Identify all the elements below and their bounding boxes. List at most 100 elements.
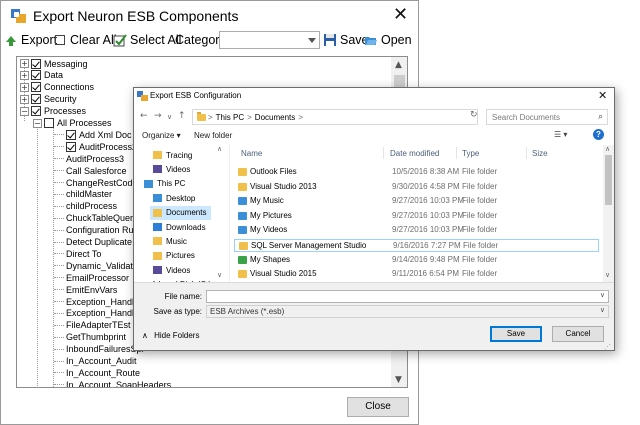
nav-item[interactable]: Music — [150, 234, 211, 248]
file-row[interactable]: My Music 9/27/2016 10:03 PM File folder — [234, 195, 599, 208]
checkbox[interactable] — [44, 118, 54, 128]
tree-node[interactable]: + Security — [20, 94, 77, 105]
tree-leaf[interactable]: GetThumbprint — [54, 332, 126, 343]
checkbox[interactable] — [31, 58, 41, 69]
nav-item[interactable]: Pictures — [150, 249, 211, 263]
back-arrow-icon[interactable]: ← — [140, 111, 148, 121]
nav-item[interactable]: Documents — [150, 205, 211, 220]
address-bar[interactable]: > This PC > Documents > ∨ — [192, 109, 506, 125]
select-all-button[interactable]: Select All — [113, 31, 181, 49]
tree-leaf[interactable]: Configuration Runt — [54, 225, 141, 236]
tree-leaf[interactable]: InboundFailuresSpl — [54, 344, 144, 355]
expander-icon[interactable]: − — [20, 106, 29, 116]
tree-leaf[interactable]: Detect Duplicate M — [54, 237, 142, 248]
nav-item[interactable]: Videos — [150, 263, 211, 277]
tree-leaf[interactable]: EmailProcessor — [54, 272, 129, 283]
search-input[interactable]: Search Documents ⌕ — [486, 109, 608, 125]
address-segment-this-pc[interactable]: This PC — [216, 113, 244, 122]
tree-leaf[interactable]: childProcess — [54, 201, 117, 212]
checkbox[interactable] — [66, 141, 76, 152]
expander-icon[interactable]: + — [20, 82, 29, 92]
open-button[interactable]: Open — [364, 31, 412, 49]
scroll-up-icon[interactable]: ∧ — [605, 145, 610, 153]
close-icon[interactable]: ✕ — [393, 4, 408, 25]
tree-leaf[interactable]: AuditProcess3 — [54, 153, 124, 164]
nav-scrollbar[interactable]: ∧ ∨ — [216, 145, 225, 282]
column-header-type[interactable]: Type — [462, 149, 479, 158]
navigation-pane[interactable]: Tracing Videos This PC Desktop Documents Down… — [134, 145, 227, 282]
nav-item[interactable]: Desktop — [150, 191, 211, 205]
view-options-icon[interactable]: ☰ ▾ — [554, 130, 567, 139]
up-arrow-icon[interactable]: ↑ — [178, 111, 186, 121]
clear-all-button[interactable]: Clear All — [55, 31, 117, 49]
checkbox[interactable] — [31, 106, 41, 117]
scroll-up-icon[interactable]: ▲ — [395, 60, 402, 70]
organize-button[interactable]: Organize ▾ — [142, 131, 181, 140]
export-button[interactable]: Export — [4, 31, 57, 49]
column-header-date[interactable]: Date modified — [390, 149, 439, 158]
nav-item[interactable]: Tracing — [150, 148, 211, 162]
tree-leaf[interactable]: EmitEnvVars — [54, 284, 117, 295]
chevron-down-icon[interactable]: ∨ — [600, 306, 605, 314]
save-button[interactable]: Save — [323, 31, 369, 49]
column-header-size[interactable]: Size — [532, 149, 548, 158]
tree-node-all-processes[interactable]: − All Processes — [33, 118, 112, 129]
file-name-input[interactable]: ∨ — [206, 290, 609, 303]
tree-node[interactable]: + Data — [20, 70, 63, 81]
checkbox[interactable] — [31, 82, 41, 93]
recent-chevron-icon[interactable]: ∨ — [167, 113, 172, 121]
tree-leaf[interactable]: Direct To — [54, 248, 101, 259]
file-row[interactable]: Visual Studio 2015 9/11/2016 6:54 PM File … — [234, 268, 599, 281]
scroll-down-icon[interactable]: ∨ — [217, 271, 222, 279]
file-row[interactable]: Outlook Files 10/5/2016 8:38 AM File folde… — [234, 166, 599, 179]
tree-node[interactable]: + Connections — [20, 82, 94, 93]
help-icon[interactable]: ? — [593, 129, 604, 140]
close-button[interactable]: Close — [347, 397, 409, 417]
file-row[interactable]: SQL Server Management Studio 9/16/2016 7:… — [234, 239, 599, 252]
tree-leaf[interactable]: ChuckTableQuery — [54, 213, 138, 224]
resize-grip-icon[interactable]: ⋰ — [604, 343, 611, 351]
file-row[interactable]: Visual Studio 2013 9/30/2016 4:58 PM File … — [234, 181, 599, 194]
nav-item[interactable]: Videos — [150, 162, 211, 176]
tree-leaf[interactable]: FileAdapterTEst — [54, 320, 131, 331]
forward-arrow-icon[interactable]: → — [154, 111, 162, 121]
save-as-type-dropdown[interactable]: ESB Archives (*.esb) ∨ — [206, 305, 609, 318]
nav-item[interactable]: Downloads — [150, 220, 211, 234]
tree-leaf[interactable]: childMaster — [54, 189, 112, 200]
file-list[interactable]: Name Date modified Type Size Outlook Fil… — [229, 145, 614, 282]
file-row[interactable]: My Shapes 9/14/2016 9:48 PM File folder — [234, 254, 599, 267]
tree-leaf[interactable]: In_Account_SoapHeaders — [54, 379, 171, 387]
tree-leaf[interactable]: In_Account_Route — [54, 367, 140, 378]
new-folder-button[interactable]: New folder — [194, 131, 232, 140]
cancel-button[interactable]: Cancel — [552, 326, 604, 342]
tree-leaf[interactable]: Exception_Handler — [54, 308, 142, 319]
scroll-thumb[interactable] — [605, 155, 612, 205]
file-row[interactable]: My Videos 9/27/2016 10:03 PM File folder — [234, 224, 599, 237]
tree-leaf[interactable]: In_Account_Audit — [54, 356, 137, 367]
tree-leaf[interactable]: Dynamic_Validate_ — [54, 260, 143, 271]
tree-leaf[interactable]: ChangeRestCode — [54, 177, 138, 188]
dialog-close-icon[interactable]: ✕ — [598, 89, 607, 102]
scroll-down-icon[interactable]: ▼ — [395, 375, 402, 385]
checkbox[interactable] — [66, 129, 76, 140]
hide-folders-toggle[interactable]: ∧ Hide Folders — [142, 331, 199, 340]
address-segment-documents[interactable]: Documents — [255, 113, 295, 122]
tree-leaf[interactable]: Exception_Handler — [54, 296, 142, 307]
column-header-name[interactable]: Name — [241, 149, 262, 158]
save-dialog-button[interactable]: Save — [490, 326, 542, 342]
checkbox[interactable] — [31, 70, 41, 81]
file-scrollbar[interactable]: ∧ ∨ — [603, 145, 614, 282]
scroll-down-icon[interactable]: ∨ — [605, 271, 610, 279]
checkbox[interactable] — [31, 94, 41, 105]
file-row[interactable]: My Pictures 9/27/2016 10:03 PM File folder — [234, 210, 599, 223]
expander-icon[interactable]: + — [20, 70, 29, 80]
refresh-icon[interactable]: ↻ — [470, 110, 478, 120]
expander-icon[interactable]: + — [20, 94, 29, 104]
nav-item[interactable]: This PC — [141, 177, 211, 191]
tree-node[interactable]: + Messaging — [20, 58, 88, 69]
expander-icon[interactable]: + — [20, 59, 29, 68]
tree-leaf[interactable]: Call Salesforce — [54, 165, 127, 176]
category-dropdown[interactable] — [219, 31, 320, 49]
tree-node[interactable]: − Processes — [20, 106, 86, 117]
scroll-up-icon[interactable]: ∧ — [217, 145, 222, 153]
